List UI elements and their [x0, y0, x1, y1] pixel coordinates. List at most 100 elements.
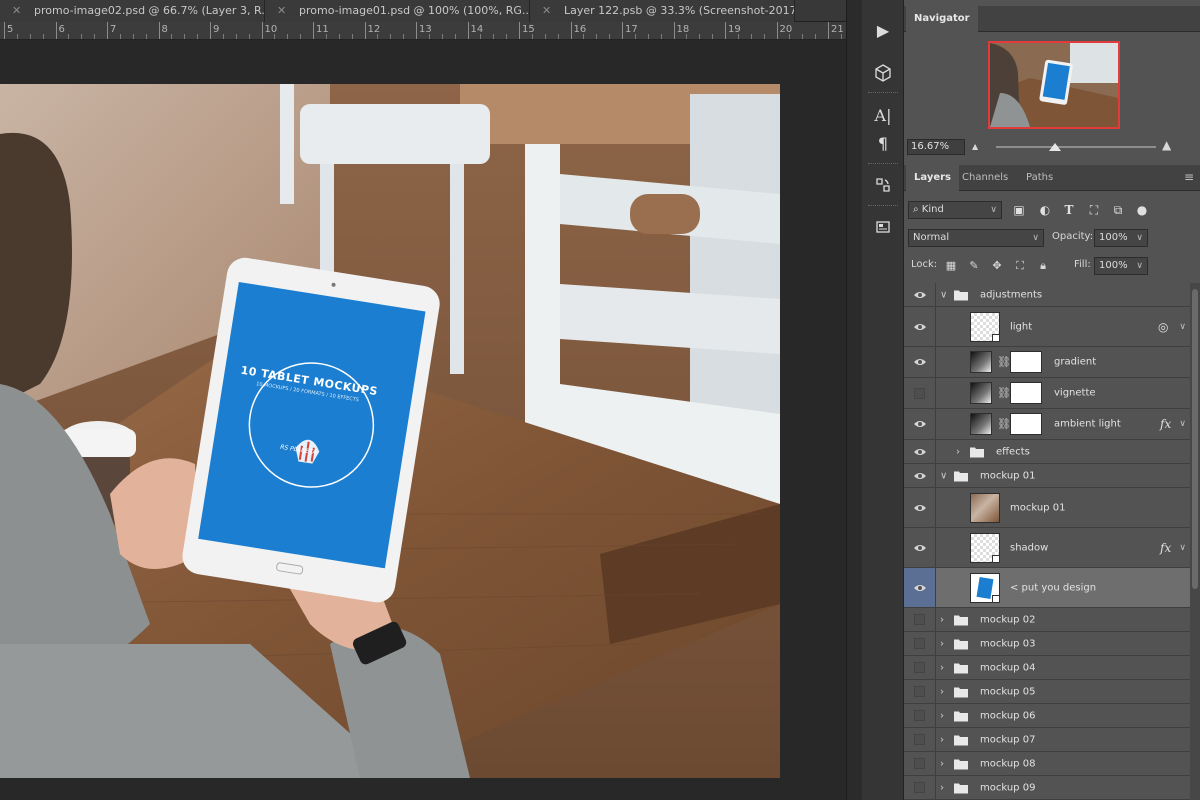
chevron-right-icon[interactable]: ›	[940, 614, 944, 625]
layer-row[interactable]: › mockup 03	[904, 632, 1190, 656]
chevron-right-icon[interactable]: ›	[940, 782, 944, 793]
horizontal-ruler[interactable]: 5 6 7 8 9 10 11 12 13 14 15 16 17 18 19 20 21	[0, 22, 846, 40]
layer-row[interactable]: ∨ adjustments	[904, 283, 1190, 307]
layer-row[interactable]: › mockup 06	[904, 704, 1190, 728]
shape-filter-icon[interactable]: ⛶	[1087, 203, 1101, 217]
chevron-right-icon[interactable]: ›	[940, 710, 944, 721]
layer-row[interactable]: › mockup 05	[904, 680, 1190, 704]
document-vertical-scrollbar[interactable]	[846, 0, 862, 800]
canvas-image[interactable]: 10 TABLET MOCKUPS 10 MOCKUPS / 20 FORMAT…	[0, 84, 780, 778]
layer-row[interactable]: < put you design	[904, 568, 1190, 608]
document-tab-1[interactable]: ✕ promo-image02.psd @ 66.7% (Layer 3, R.…	[0, 0, 265, 22]
link-icon[interactable]: ⛓	[997, 356, 1011, 369]
smart-filter-icon[interactable]: ◎	[1158, 320, 1168, 334]
layer-row[interactable]: › mockup 09	[904, 776, 1190, 800]
chevron-down-icon[interactable]: ∨	[1179, 543, 1186, 553]
zoom-slider-handle[interactable]	[1049, 143, 1061, 151]
zoom-in-icon[interactable]: ▲	[1162, 138, 1171, 152]
link-icon[interactable]: ⛓	[997, 387, 1011, 400]
lock-transparent-icon[interactable]: ▦	[944, 259, 958, 273]
layer-mask-thumbnail[interactable]	[1010, 413, 1042, 435]
tab-paths[interactable]: Paths	[1018, 165, 1061, 191]
visibility-toggle-empty[interactable]	[904, 752, 936, 775]
zoom-input[interactable]: 16.67%	[907, 139, 965, 155]
layer-row[interactable]: › mockup 07	[904, 728, 1190, 752]
panel-menu-icon[interactable]: ≡	[1184, 170, 1194, 184]
tab-navigator[interactable]: Navigator	[906, 6, 978, 32]
fx-icon[interactable]: fx	[1160, 417, 1171, 431]
lock-artboard-icon[interactable]: ⛶	[1013, 259, 1027, 273]
eye-visibility-icon[interactable]	[904, 488, 936, 527]
chevron-right-icon[interactable]: ›	[940, 662, 944, 673]
layer-row[interactable]: › effects	[904, 440, 1190, 464]
tab-layers[interactable]: Layers	[906, 165, 959, 191]
eye-visibility-icon[interactable]	[904, 307, 936, 346]
layer-row[interactable]: ⛓ ambient light fx ∨	[904, 409, 1190, 440]
link-icon[interactable]: ⛓	[997, 418, 1011, 431]
type-filter-icon[interactable]: T	[1062, 203, 1076, 217]
eye-visibility-icon[interactable]	[904, 568, 936, 607]
layer-row[interactable]: › mockup 08	[904, 752, 1190, 776]
layer-row[interactable]: › mockup 02	[904, 608, 1190, 632]
visibility-toggle-empty[interactable]	[904, 728, 936, 751]
eye-visibility-icon[interactable]	[904, 440, 936, 463]
zoom-slider-track[interactable]	[996, 146, 1156, 148]
document-tab-3[interactable]: ✕ Layer 122.psb @ 33.3% (Screenshot-2017…	[530, 0, 795, 22]
layer-row[interactable]: mockup 01	[904, 488, 1190, 528]
eye-visibility-icon[interactable]	[904, 283, 936, 306]
tab-channels[interactable]: Channels	[954, 165, 1016, 191]
fx-icon[interactable]: fx	[1160, 541, 1171, 555]
eye-visibility-icon[interactable]	[904, 464, 936, 487]
eye-visibility-icon[interactable]	[904, 409, 936, 439]
layer-row[interactable]: › mockup 04	[904, 656, 1190, 680]
navigator-thumbnail[interactable]	[988, 41, 1120, 129]
pixel-filter-icon[interactable]: ▣	[1012, 203, 1026, 217]
character-panel-icon[interactable]: A|	[862, 100, 904, 130]
layer-row[interactable]: light ◎ ∨	[904, 307, 1190, 347]
filter-kind-dropdown[interactable]: ⌕ Kind ∨	[908, 201, 1002, 219]
chevron-down-icon[interactable]: ∨	[940, 289, 947, 300]
visibility-toggle-empty[interactable]	[904, 776, 936, 799]
document-tab-2[interactable]: ✕ promo-image01.psd @ 100% (100%, RG...	[265, 0, 530, 22]
adjustment-filter-icon[interactable]: ◐	[1038, 203, 1052, 217]
layer-mask-thumbnail[interactable]	[1010, 382, 1042, 404]
filter-toggle-icon[interactable]: ●	[1135, 203, 1149, 217]
chevron-down-icon[interactable]: ∨	[1179, 419, 1186, 429]
zoom-out-icon[interactable]: ▲	[972, 142, 978, 151]
layer-mask-thumbnail[interactable]	[1010, 351, 1042, 373]
visibility-toggle-empty[interactable]	[904, 608, 936, 631]
layer-row[interactable]: ⛓ vignette	[904, 378, 1190, 409]
visibility-toggle-empty[interactable]	[904, 680, 936, 703]
visibility-toggle-empty[interactable]	[904, 378, 936, 408]
actions-play-icon[interactable]: ▶	[862, 15, 904, 45]
layers-scrollbar[interactable]	[1190, 283, 1200, 800]
chevron-right-icon[interactable]: ›	[940, 638, 944, 649]
chevron-right-icon[interactable]: ›	[940, 686, 944, 697]
properties-icon[interactable]	[862, 212, 904, 242]
close-icon[interactable]: ✕	[12, 0, 21, 21]
lock-all-icon[interactable]: 🔒︎	[1036, 259, 1050, 273]
visibility-toggle-empty[interactable]	[904, 656, 936, 679]
paragraph-panel-icon[interactable]: ¶	[862, 128, 904, 158]
layer-row[interactable]: shadow fx ∨	[904, 528, 1190, 568]
close-icon[interactable]: ✕	[542, 0, 551, 21]
3d-cube-icon[interactable]	[862, 58, 904, 88]
lock-brush-icon[interactable]: ✎	[967, 259, 981, 273]
fill-field[interactable]: 100% ∨	[1094, 257, 1148, 275]
chevron-right-icon[interactable]: ›	[940, 734, 944, 745]
history-icon[interactable]	[862, 170, 904, 200]
layer-row[interactable]: ∨ mockup 01	[904, 464, 1190, 488]
visibility-toggle-empty[interactable]	[904, 632, 936, 655]
smart-object-filter-icon[interactable]: ⧉	[1111, 203, 1125, 217]
visibility-toggle-empty[interactable]	[904, 704, 936, 727]
layers-scrollbar-thumb[interactable]	[1192, 289, 1198, 589]
chevron-down-icon[interactable]: ∨	[940, 470, 947, 481]
chevron-right-icon[interactable]: ›	[940, 758, 944, 769]
lock-move-icon[interactable]: ✥	[990, 259, 1004, 273]
eye-visibility-icon[interactable]	[904, 528, 936, 567]
close-icon[interactable]: ✕	[277, 0, 286, 21]
blend-mode-dropdown[interactable]: Normal ∨	[908, 229, 1044, 247]
eye-visibility-icon[interactable]	[904, 347, 936, 377]
opacity-field[interactable]: 100% ∨	[1094, 229, 1148, 247]
chevron-right-icon[interactable]: ›	[956, 446, 960, 457]
